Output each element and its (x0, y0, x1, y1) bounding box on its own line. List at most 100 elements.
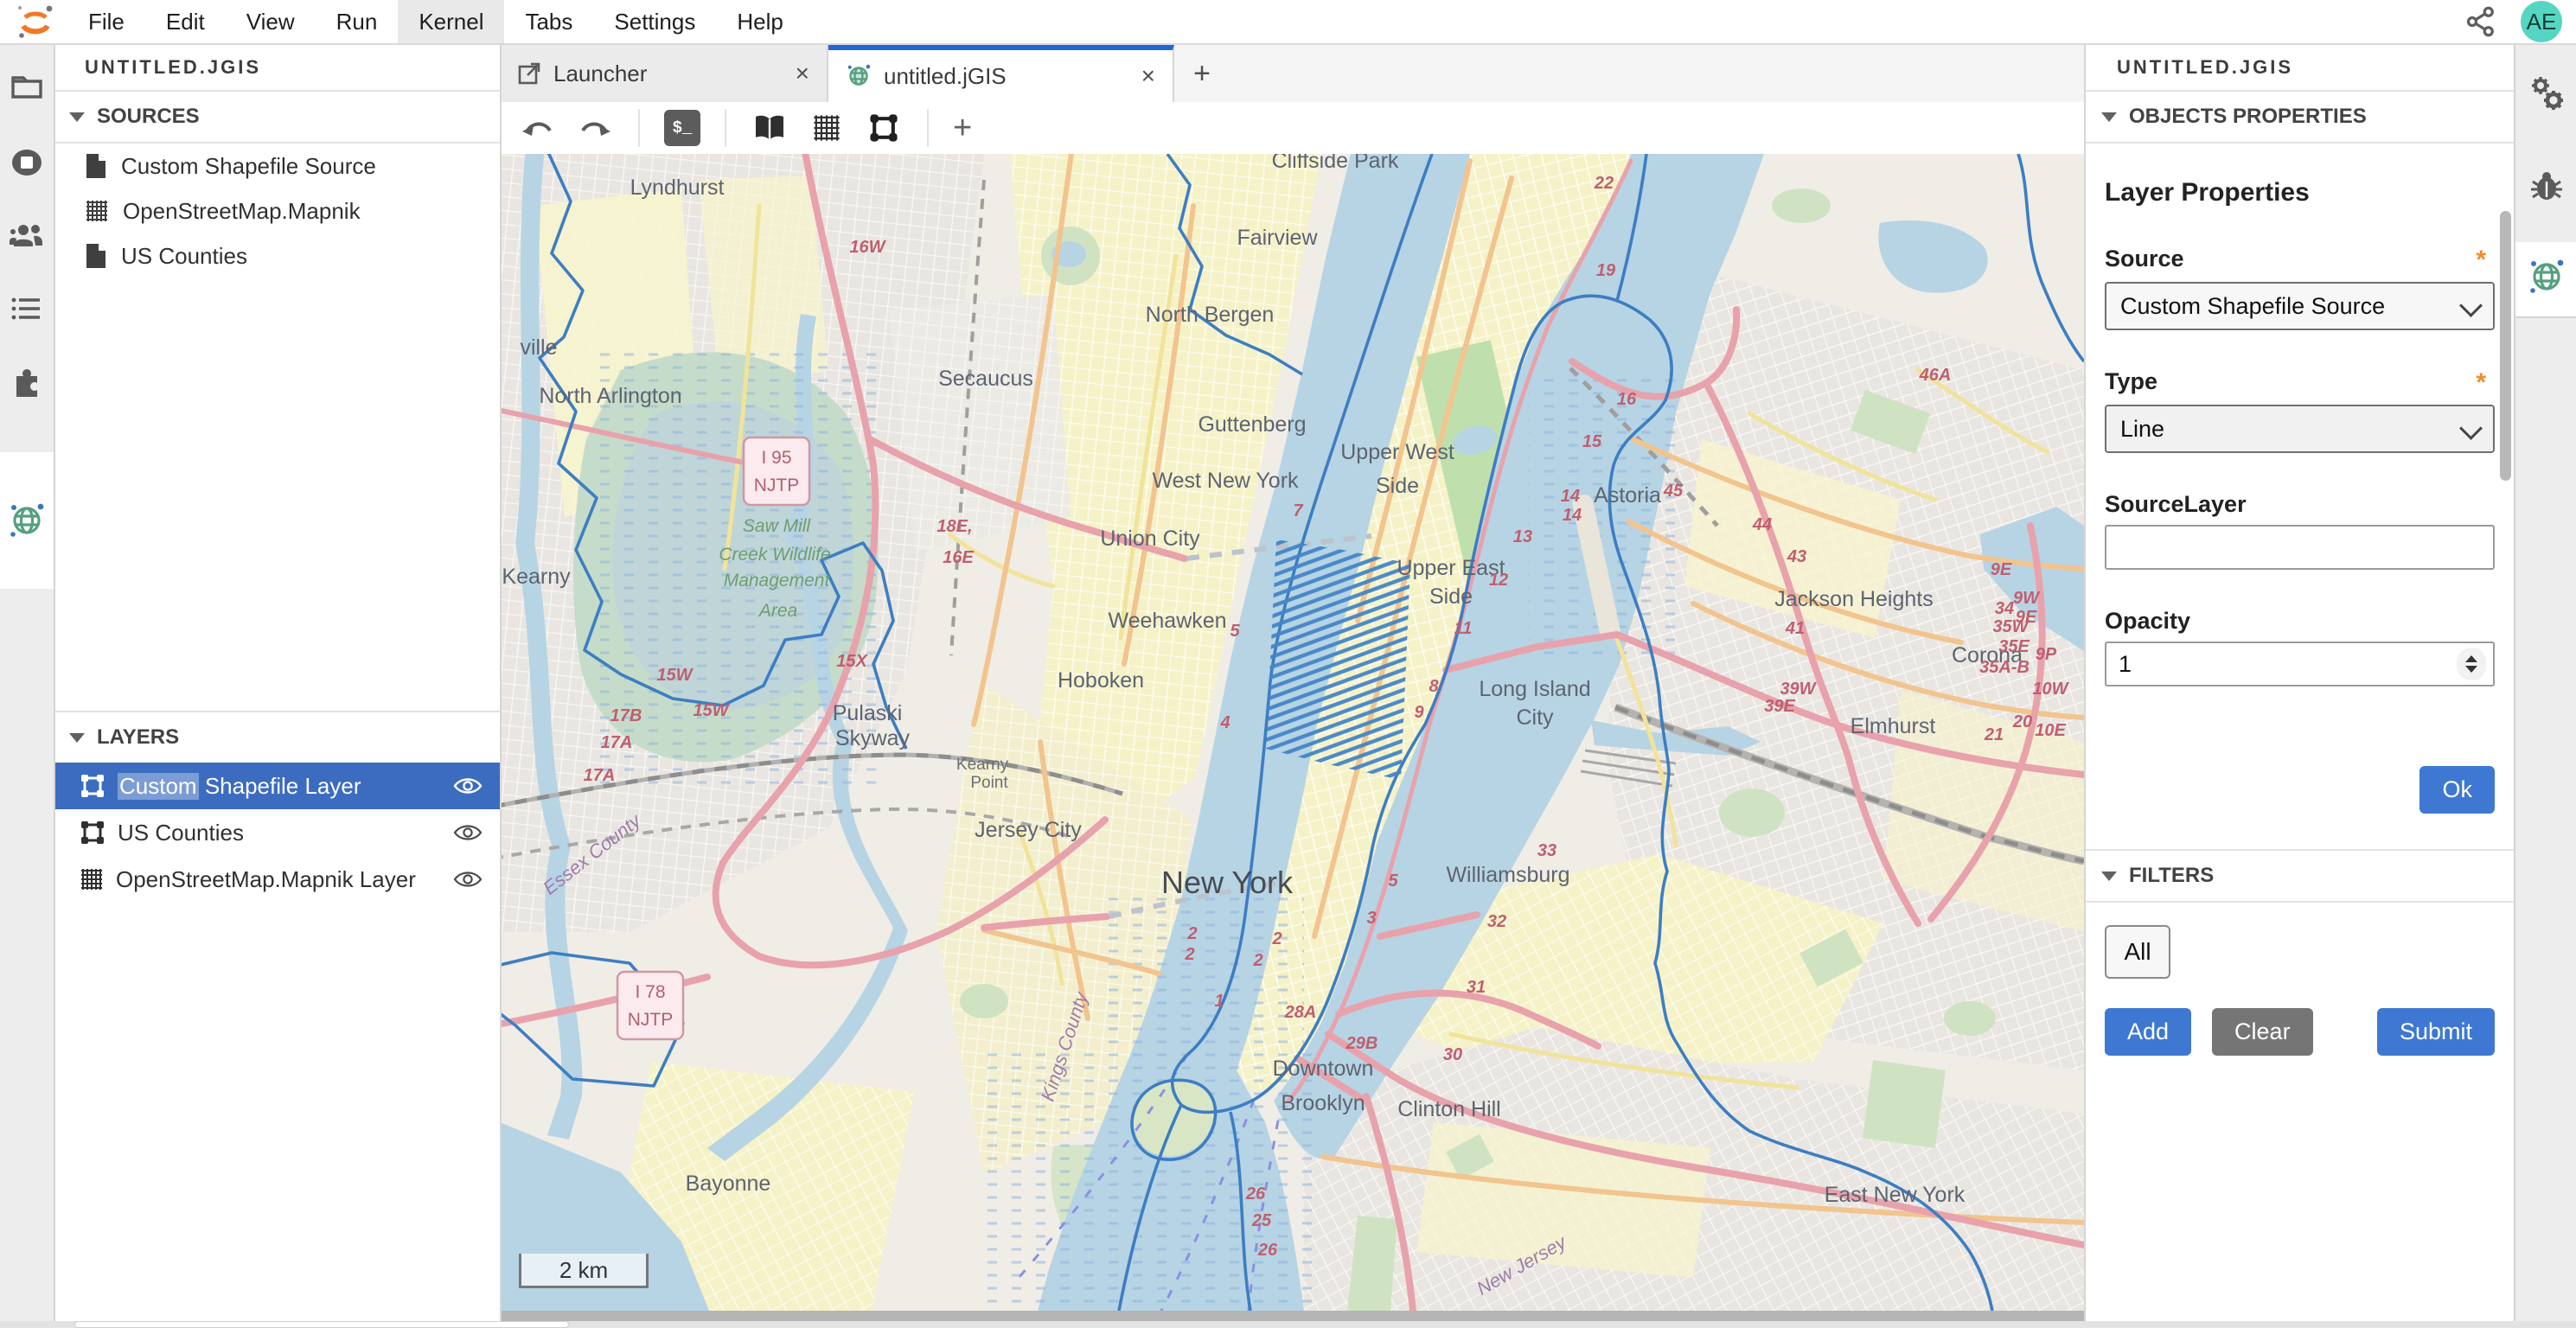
map-label: 20 (2012, 712, 2032, 731)
chevron-down-icon (2459, 294, 2483, 317)
menu-edit[interactable]: Edit (145, 0, 226, 43)
menu-settings[interactable]: Settings (593, 0, 716, 43)
layer-properties-form: Layer Properties Source * Custom Shapefi… (2086, 142, 2515, 1328)
layer-row-us-counties[interactable]: US Counties (54, 809, 500, 856)
tab-untitled-jgis[interactable]: untitled.jGIS × (828, 45, 1174, 102)
map-label: 19 (1596, 261, 1616, 280)
extension-manager-icon[interactable] (10, 367, 43, 399)
map-label: 4 (1219, 713, 1230, 732)
properties-scrollbar[interactable] (2500, 211, 2511, 481)
map-label: Downtown (1273, 1057, 1374, 1081)
running-kernels-icon[interactable] (10, 147, 44, 178)
map-label: 2 (1271, 929, 1282, 948)
left-panel-title: UNTITLED.JGIS (54, 45, 500, 92)
layers-section-header[interactable]: LAYERS (54, 711, 500, 764)
svg-text:NJTP: NJTP (754, 476, 800, 495)
menu-help[interactable]: Help (716, 0, 803, 43)
map-label: Williamsburg (1446, 863, 1569, 887)
map-label: Area (757, 601, 797, 621)
map-label: 2 (1184, 945, 1194, 964)
objects-properties-header[interactable]: OBJECTS PROPERTIES (2086, 92, 2515, 144)
source-item-openstreetmap[interactable]: OpenStreetMap.Mapnik (54, 188, 500, 233)
collaborators-icon[interactable] (9, 221, 45, 251)
map-label: 13 (1513, 527, 1532, 546)
toolbar-add-button[interactable]: + (953, 110, 972, 147)
console-icon[interactable]: $_ (664, 110, 700, 146)
map-label: 9E (1991, 560, 2012, 579)
source-select[interactable]: Custom Shapefile Source (2105, 282, 2495, 330)
map-label: 9P (2036, 645, 2057, 664)
menu-view[interactable]: View (226, 0, 316, 43)
collapse-caret-icon (69, 733, 85, 743)
map-label: 22 (1594, 174, 1614, 193)
map-label: 16E (943, 548, 974, 567)
map-label: Long Island (1479, 677, 1590, 701)
map-label: 15W (693, 701, 730, 720)
property-inspector-icon[interactable] (2528, 75, 2565, 112)
number-stepper[interactable] (2457, 648, 2486, 680)
opacity-input[interactable]: 1 (2105, 642, 2495, 686)
table-of-contents-icon[interactable] (10, 296, 43, 323)
filter-clear-button[interactable]: Clear (2212, 1008, 2313, 1056)
source-layer-input[interactable] (2105, 525, 2495, 570)
opacity-value: 1 (2119, 651, 2132, 678)
user-avatar[interactable]: AE (2521, 1, 2562, 42)
new-tab-button[interactable]: + (1174, 45, 1230, 102)
filters-section: FILTERS All Add Clear Submit (2086, 849, 2515, 1056)
type-select[interactable]: Line (2105, 405, 2495, 453)
source-item-custom-shapefile[interactable]: Custom Shapefile Source (54, 144, 500, 188)
stepper-up-icon[interactable] (2465, 655, 2477, 662)
new-vector-layer-icon[interactable] (865, 109, 903, 147)
road-shield: I 78NJTP (617, 972, 683, 1039)
map-label: Secaucus (938, 367, 1033, 391)
filter-submit-button[interactable]: Submit (2377, 1008, 2495, 1056)
tab-launcher[interactable]: Launcher × (500, 45, 828, 102)
vector-layer-icon (80, 820, 105, 846)
jupyterlab-window: File Edit View Run Kernel Tabs Settings … (0, 0, 2576, 1328)
tab-close-icon[interactable]: × (796, 60, 809, 87)
sources-section-header[interactable]: SOURCES (54, 92, 500, 144)
collapse-caret-icon (2101, 872, 2117, 881)
layer-name-rest: Shapefile Layer (205, 773, 361, 799)
map-label: 2 (1252, 951, 1262, 970)
source-item-us-counties[interactable]: US Counties (54, 233, 500, 278)
tab-close-icon[interactable]: × (1141, 62, 1155, 90)
new-raster-layer-icon[interactable] (808, 109, 846, 147)
layer-row-custom-shapefile[interactable]: Custom Shapefile Layer (54, 763, 500, 809)
visibility-eye-icon[interactable] (453, 822, 483, 843)
redo-icon[interactable] (576, 109, 614, 147)
debugger-icon[interactable] (2529, 169, 2564, 202)
undo-icon[interactable] (519, 109, 557, 147)
menu-tabs[interactable]: Tabs (504, 0, 593, 43)
layer-name-selected-text: Custom (118, 773, 199, 800)
layer-row-openstreetmap[interactable]: OpenStreetMap.Mapnik Layer (54, 856, 500, 903)
filter-add-button[interactable]: Add (2105, 1008, 2191, 1056)
map-canvas[interactable]: I 95NJTPI 78NJTP villeLyndhurstCliffside… (500, 154, 2084, 1311)
objects-properties-label: OBJECTS PROPERTIES (2129, 92, 2367, 142)
stepper-down-icon[interactable] (2465, 666, 2477, 673)
filters-header[interactable]: FILTERS (2086, 849, 2515, 903)
ok-button[interactable]: Ok (2419, 766, 2495, 814)
tab-label: untitled.jGIS (884, 63, 1007, 90)
right-panel-title: UNTITLED.JGIS (2086, 45, 2515, 92)
main-dock-panel: Launcher × untitled.jGIS × + $_ (500, 45, 2084, 1328)
map-label: 11 (1454, 619, 1473, 638)
filter-logic-select[interactable]: All (2105, 925, 2170, 979)
visibility-eye-icon[interactable] (453, 776, 483, 796)
visibility-eye-icon[interactable] (453, 869, 483, 890)
jupytergis-panel-icon[interactable] (2528, 258, 2566, 296)
share-icon[interactable] (2464, 4, 2498, 39)
menu-kernel[interactable]: Kernel (398, 0, 504, 43)
map-label: 15W (656, 666, 694, 685)
map-label: 39E (1764, 697, 1795, 716)
map-label: 46A (1919, 366, 1952, 385)
menu-file[interactable]: File (67, 0, 145, 43)
menu-run[interactable]: Run (316, 0, 399, 43)
basemap-book-icon[interactable] (751, 109, 789, 147)
left-sidebar-panel: UNTITLED.JGIS SOURCES Custom Shapefile S… (54, 45, 502, 1328)
map-label: 41 (1785, 619, 1805, 638)
file-browser-icon[interactable] (10, 73, 43, 103)
launcher-icon (517, 61, 541, 86)
map-label: 9W (2013, 589, 2041, 608)
jupytergis-panel-icon[interactable] (8, 501, 46, 540)
